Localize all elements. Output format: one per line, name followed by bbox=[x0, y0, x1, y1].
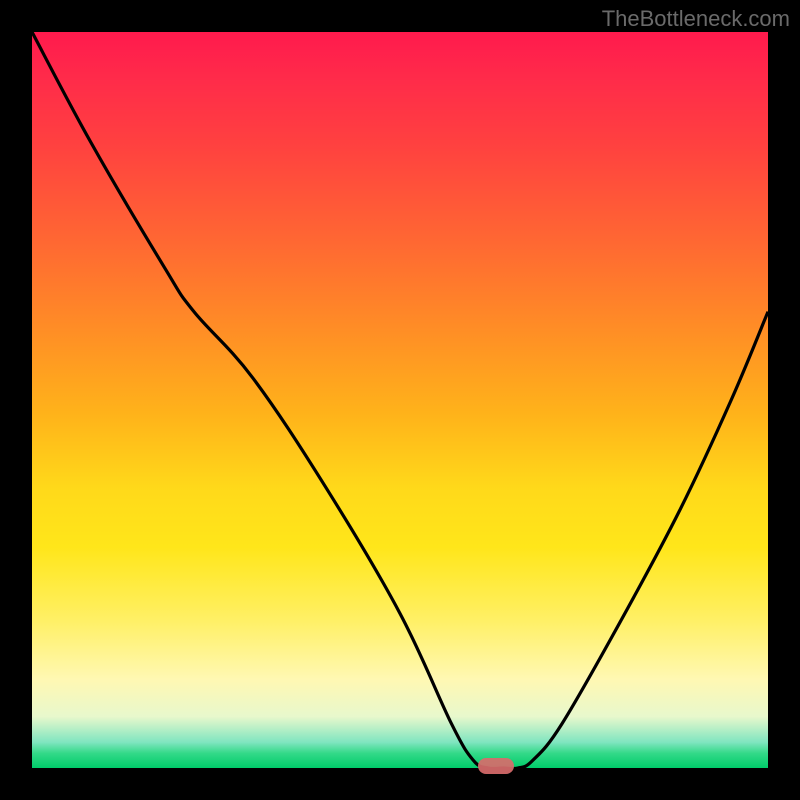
optimal-marker bbox=[478, 758, 514, 774]
chart-container: TheBottleneck.com bbox=[0, 0, 800, 800]
plot-background bbox=[32, 32, 768, 768]
watermark-text: TheBottleneck.com bbox=[602, 6, 790, 32]
